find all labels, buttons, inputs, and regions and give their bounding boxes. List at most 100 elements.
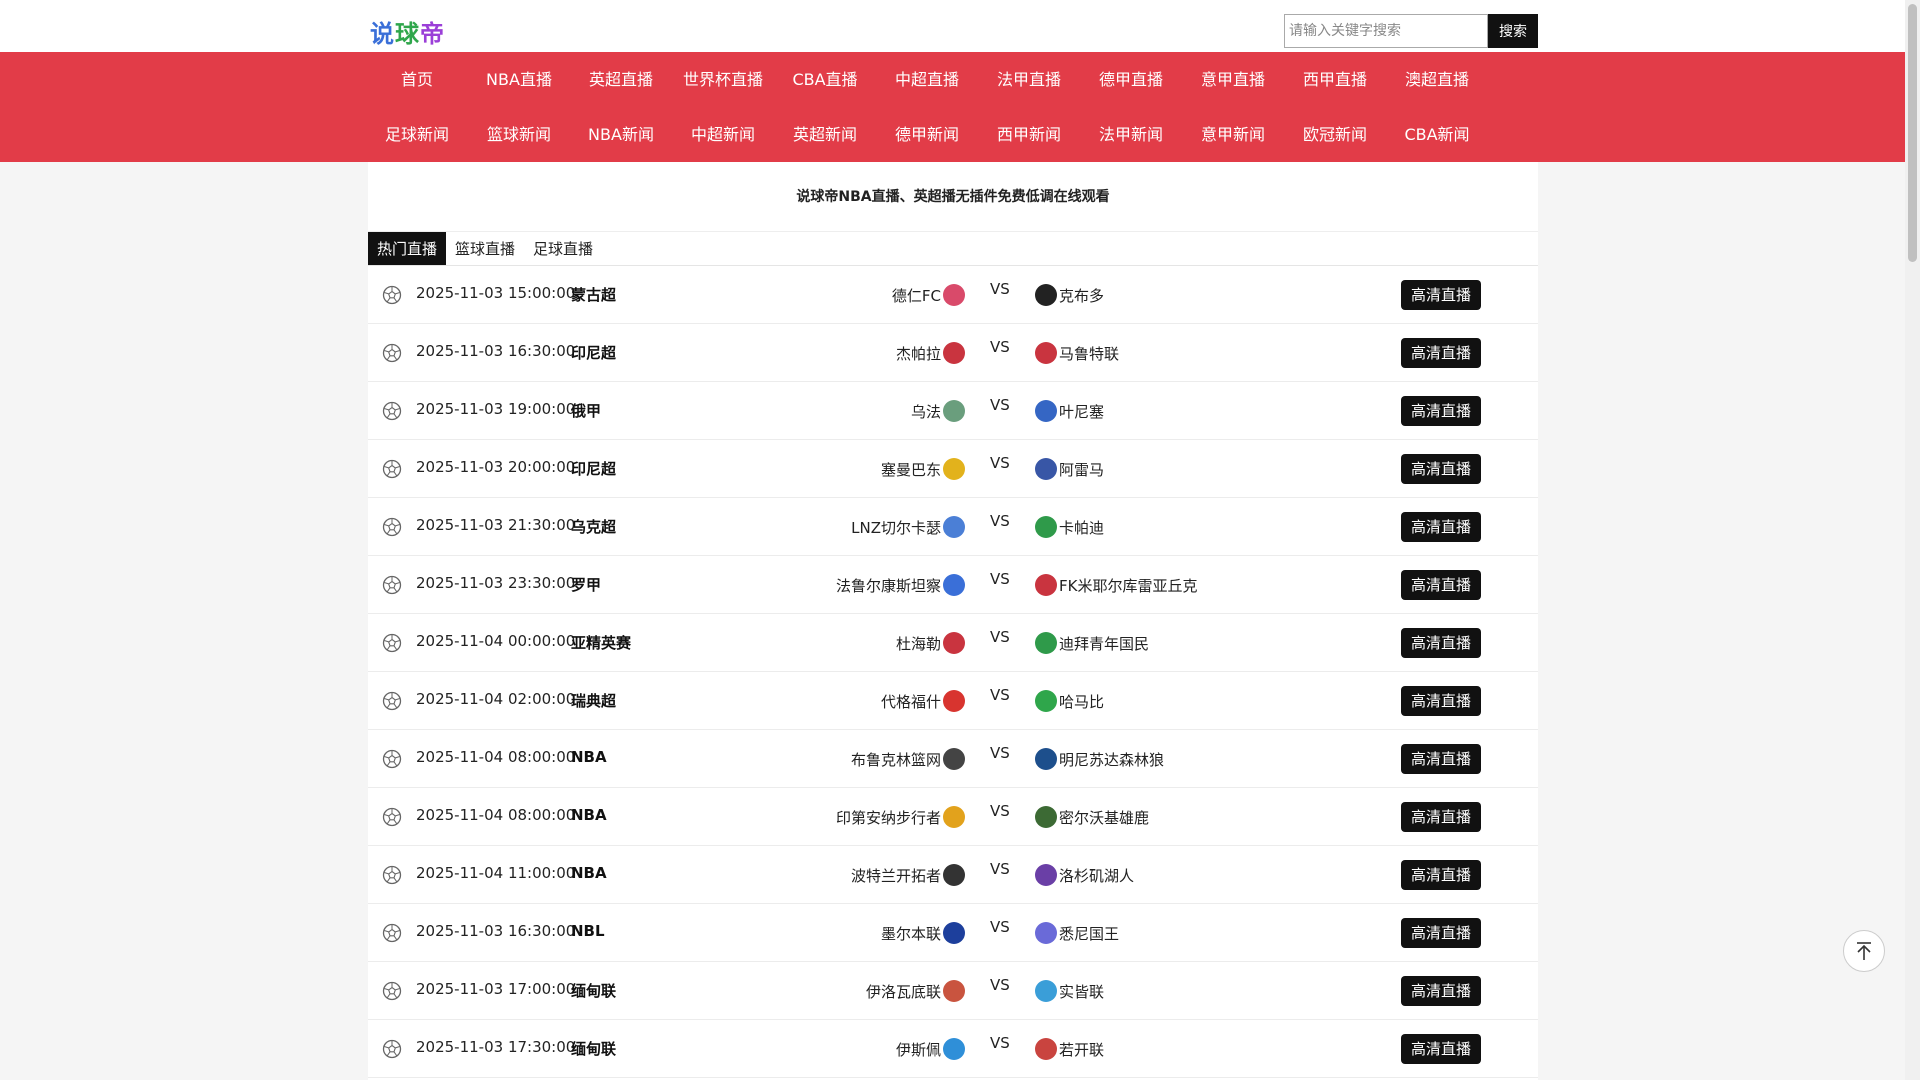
nav-item[interactable]: 西甲新闻 xyxy=(978,107,1080,162)
home-team: 德仁FC xyxy=(892,284,965,306)
away-team-logo-icon xyxy=(1035,864,1057,886)
nav-item[interactable]: 意甲直播 xyxy=(1182,52,1284,107)
home-team: 波特兰开拓者 xyxy=(851,864,965,886)
away-team-name: 叶尼塞 xyxy=(1059,402,1105,421)
match-row: 2025-11-03 21:30:00 乌克超 LNZ切尔卡瑟 VS 卡帕迪 高清直播 xyxy=(368,498,1538,556)
watch-hd-button[interactable]: 高清直播 xyxy=(1401,686,1481,716)
match-row: 2025-11-03 23:30:00 罗甲 法鲁尔康斯坦察 VS FK米耶尔库雷亚丘克… xyxy=(368,556,1538,614)
match-row: 2025-11-04 08:00:00 NBA 印第安纳步行者 VS 密尔沃基雄鹿 高清直… xyxy=(368,788,1538,846)
nav-item[interactable]: CBA直播 xyxy=(774,52,876,107)
match-league: NBL xyxy=(571,922,605,940)
nav-item[interactable]: 西甲直播 xyxy=(1284,52,1386,107)
watch-hd-button[interactable]: 高清直播 xyxy=(1401,744,1481,774)
nav-item[interactable]: 澳超直播 xyxy=(1386,52,1488,107)
match-row: 2025-11-03 20:00:00 印尼超 塞曼巴东 VS 阿雷马 高清直播 xyxy=(368,440,1538,498)
vs-label: VS xyxy=(990,802,1010,820)
home-team-name: 印第安纳步行者 xyxy=(835,808,941,827)
match-league: 瑞典超 xyxy=(571,692,617,710)
watch-hd-button[interactable]: 高清直播 xyxy=(1401,280,1481,310)
match-time: 2025-11-03 21:30:00 xyxy=(416,516,576,534)
nav-item[interactable]: 中超新闻 xyxy=(672,107,774,162)
watch-hd-button[interactable]: 高清直播 xyxy=(1401,454,1481,484)
nav-item[interactable]: NBA直播 xyxy=(468,52,570,107)
nav-item[interactable]: 英超直播 xyxy=(570,52,672,107)
tab-0[interactable]: 热门直播 xyxy=(368,232,447,265)
away-team-logo-icon xyxy=(1035,980,1057,1002)
vs-label: VS xyxy=(990,512,1010,530)
site-logo[interactable]: 说球帝 xyxy=(370,14,445,49)
away-team-name: 若开联 xyxy=(1059,1040,1105,1059)
watch-hd-button[interactable]: 高清直播 xyxy=(1401,396,1481,426)
soccer-ball-icon xyxy=(382,1039,402,1059)
watch-hd-button[interactable]: 高清直播 xyxy=(1401,976,1481,1006)
match-row: 2025-11-04 11:00:00 NBA 波特兰开拓者 VS 洛杉矶湖人 高清直播 xyxy=(368,846,1538,904)
away-team-name: 克布多 xyxy=(1059,286,1105,305)
soccer-ball-icon xyxy=(382,575,402,595)
home-team: 伊斯佩 xyxy=(896,1038,965,1060)
arrow-up-icon xyxy=(1857,942,1871,960)
nav-item[interactable]: 足球新闻 xyxy=(366,107,468,162)
nav-item[interactable]: 首页 xyxy=(366,52,468,107)
content-panel: 说球帝NBA直播、英超播无插件免费低调在线观看 热门直播 篮球直播 足球直播 202… xyxy=(368,162,1538,1080)
watch-hd-button[interactable]: 高清直播 xyxy=(1401,802,1481,832)
scrollbar[interactable] xyxy=(1905,0,1920,1080)
watch-hd-button[interactable]: 高清直播 xyxy=(1401,570,1481,600)
match-time: 2025-11-04 08:00:00 xyxy=(416,806,576,824)
home-team-logo-icon xyxy=(943,284,965,306)
nav-item[interactable]: NBA新闻 xyxy=(570,107,672,162)
scrollbar-thumb[interactable] xyxy=(1908,4,1917,262)
home-team-logo-icon xyxy=(943,458,965,480)
match-row: 2025-11-03 17:30:00 缅甸联 伊斯佩 VS 若开联 高清直播 xyxy=(368,1020,1538,1078)
away-team: 马鲁特联 xyxy=(1035,342,1119,364)
away-team-logo-icon xyxy=(1035,690,1057,712)
nav-item[interactable]: 意甲新闻 xyxy=(1182,107,1284,162)
nav-row-news: 足球新闻 篮球新闻 NBA新闻 中超新闻 英超新闻 德甲新闻 西甲新闻 法甲新闻 意甲新闻 欧冠新… xyxy=(366,107,1488,162)
nav-item[interactable]: 英超新闻 xyxy=(774,107,876,162)
home-team-name: 塞曼巴东 xyxy=(880,460,941,479)
nav-item[interactable]: 篮球新闻 xyxy=(468,107,570,162)
soccer-ball-icon xyxy=(382,517,402,537)
vs-label: VS xyxy=(990,976,1010,994)
nav-item[interactable]: CBA新闻 xyxy=(1386,107,1488,162)
home-team-logo-icon xyxy=(943,1038,965,1060)
nav-item[interactable]: 法甲直播 xyxy=(978,52,1080,107)
nav-item[interactable]: 法甲新闻 xyxy=(1080,107,1182,162)
match-league: 亚精英赛 xyxy=(571,634,632,652)
away-team-name: 洛杉矶湖人 xyxy=(1059,866,1135,885)
away-team-logo-icon xyxy=(1035,806,1057,828)
nav-item[interactable]: 世界杯直播 xyxy=(672,52,774,107)
home-team-name: LNZ切尔卡瑟 xyxy=(851,518,941,537)
nav-item[interactable]: 中超直播 xyxy=(876,52,978,107)
match-row: 2025-11-04 08:00:00 NBA 布鲁克林篮网 VS 明尼苏达森林狼 高清直… xyxy=(368,730,1538,788)
tab-2[interactable]: 足球直播 xyxy=(524,232,602,265)
search-input[interactable] xyxy=(1284,14,1488,48)
vs-label: VS xyxy=(990,454,1010,472)
nav-item[interactable]: 德甲新闻 xyxy=(876,107,978,162)
nav-item[interactable]: 德甲直播 xyxy=(1080,52,1182,107)
match-row: 2025-11-03 19:00:00 俄甲 乌法 VS 叶尼塞 高清直播 xyxy=(368,382,1538,440)
top-bar: 说球帝 搜索 xyxy=(0,0,1905,52)
nav-row-live: 首页 NBA直播 英超直播 世界杯直播 CBA直播 中超直播 法甲直播 德甲直播 意甲直播 西甲直… xyxy=(366,52,1488,107)
back-to-top-button[interactable] xyxy=(1843,930,1885,972)
watch-hd-button[interactable]: 高清直播 xyxy=(1401,338,1481,368)
logo-char-1: 说 xyxy=(370,20,395,48)
watch-hd-button[interactable]: 高清直播 xyxy=(1401,860,1481,890)
away-team: FK米耶尔库雷亚丘克 xyxy=(1035,574,1197,596)
away-team-name: 迪拜青年国民 xyxy=(1059,634,1150,653)
home-team-logo-icon xyxy=(943,400,965,422)
watch-hd-button[interactable]: 高清直播 xyxy=(1401,628,1481,658)
match-time: 2025-11-04 02:00:00 xyxy=(416,690,576,708)
away-team-name: 悉尼国王 xyxy=(1059,924,1120,943)
watch-hd-button[interactable]: 高清直播 xyxy=(1401,918,1481,948)
match-time: 2025-11-03 17:30:00 xyxy=(416,1038,576,1056)
home-team: 墨尔本联 xyxy=(881,922,965,944)
match-time: 2025-11-03 16:30:00 xyxy=(416,922,576,940)
away-team-name: 明尼苏达森林狼 xyxy=(1059,750,1165,769)
match-league: 罗甲 xyxy=(571,576,602,594)
watch-hd-button[interactable]: 高清直播 xyxy=(1401,1034,1481,1064)
nav-item[interactable]: 欧冠新闻 xyxy=(1284,107,1386,162)
tab-1[interactable]: 篮球直播 xyxy=(446,232,524,265)
home-team-logo-icon xyxy=(943,690,965,712)
search-button[interactable]: 搜索 xyxy=(1488,14,1538,48)
watch-hd-button[interactable]: 高清直播 xyxy=(1401,512,1481,542)
